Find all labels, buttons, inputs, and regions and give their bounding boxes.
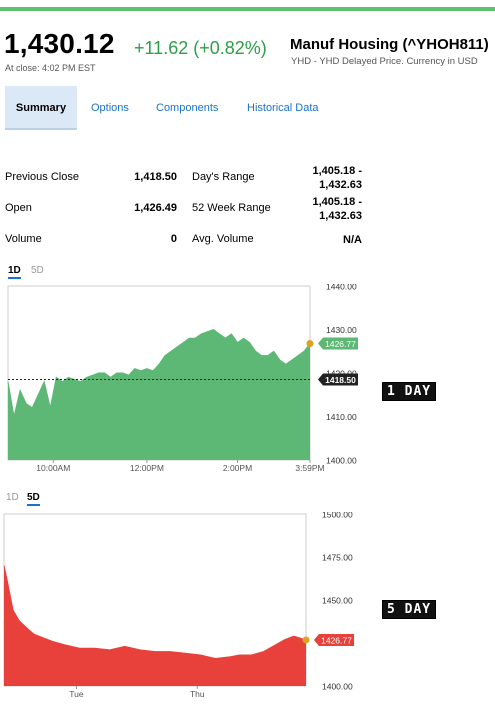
avg-volume-label: Avg. Volume	[192, 233, 254, 245]
avg-volume-value: N/A	[343, 234, 362, 246]
x-tick-label: 3:59PM	[295, 463, 324, 473]
week52-range-high: 1,432.63	[319, 210, 362, 222]
previous-close-label: 1418.50	[325, 375, 356, 385]
days-range-low: 1,405.18 -	[312, 165, 362, 177]
chart-5day: 1500.00 1475.00 1450.00 1400.00 Tue Thu 1426.7…	[3, 512, 354, 699]
y-tick-label: 1440.00	[326, 284, 357, 292]
tab-components[interactable]: Components	[156, 86, 218, 130]
tab-summary[interactable]: Summary	[5, 86, 77, 130]
previous-close-label: Previous Close	[5, 171, 79, 183]
chart1-tab-5d[interactable]: 5D	[31, 265, 44, 276]
quote-price: 1,430.12	[4, 28, 115, 59]
y-tick-label: 1400.00	[326, 456, 357, 466]
y-tick-label: 1450.00	[322, 596, 353, 606]
week52-range-label: 52 Week Range	[192, 202, 271, 214]
previous-close-value: 1,418.50	[134, 171, 177, 183]
instrument-name: Manuf Housing (^YHOH811)	[290, 36, 489, 53]
last-price-marker	[302, 636, 310, 644]
y-tick-label: 1410.00	[326, 412, 357, 422]
week52-range-low: 1,405.18 -	[312, 196, 362, 208]
chart2-tab-5d[interactable]: 5D	[27, 492, 40, 506]
x-tick-label: 12:00PM	[130, 463, 164, 473]
volume-label: Volume	[5, 233, 42, 245]
y-tick-label: 1475.00	[322, 553, 353, 563]
chart1-tab-1d[interactable]: 1D	[8, 265, 21, 279]
x-tick-label: 10:00AM	[36, 463, 70, 473]
open-label: Open	[5, 202, 32, 214]
last-price-label: 1426.77	[321, 635, 352, 645]
quote-as-of: At close: 4:02 PM EST	[5, 63, 96, 73]
exchange-note: YHD - YHD Delayed Price. Currency in USD	[291, 56, 478, 67]
y-tick-label: 1430.00	[326, 325, 357, 335]
tab-historical-data[interactable]: Historical Data	[247, 86, 319, 130]
one-day-badge: 1 DAY	[382, 382, 437, 401]
y-tick-label: 1500.00	[322, 512, 353, 520]
top-accent-bar	[0, 7, 495, 11]
tab-options[interactable]: Options	[91, 86, 129, 130]
last-price-label: 1426.77	[325, 339, 356, 349]
five-day-badge: 5 DAY	[382, 600, 437, 619]
chart-1day: 1440.001430.001420.001410.001400.0010:00…	[7, 284, 358, 473]
days-range-high: 1,432.63	[319, 179, 362, 191]
x-tick-label: Thu	[190, 689, 205, 699]
chart2-tab-1d[interactable]: 1D	[6, 492, 19, 503]
week52-range-value: 1,405.18 - 1,432.63	[292, 195, 362, 223]
days-range-value: 1,405.18 - 1,432.63	[292, 164, 362, 192]
last-price-marker	[306, 340, 314, 348]
days-range-label: Day's Range	[192, 171, 255, 183]
y-tick-label: 1400.00	[322, 682, 353, 692]
volume-value: 0	[170, 233, 177, 245]
x-tick-label: Tue	[69, 689, 84, 699]
quote-change: +11.62 (+0.82%)	[134, 38, 267, 58]
x-tick-label: 2:00PM	[223, 463, 252, 473]
open-value: 1,426.49	[134, 202, 177, 214]
